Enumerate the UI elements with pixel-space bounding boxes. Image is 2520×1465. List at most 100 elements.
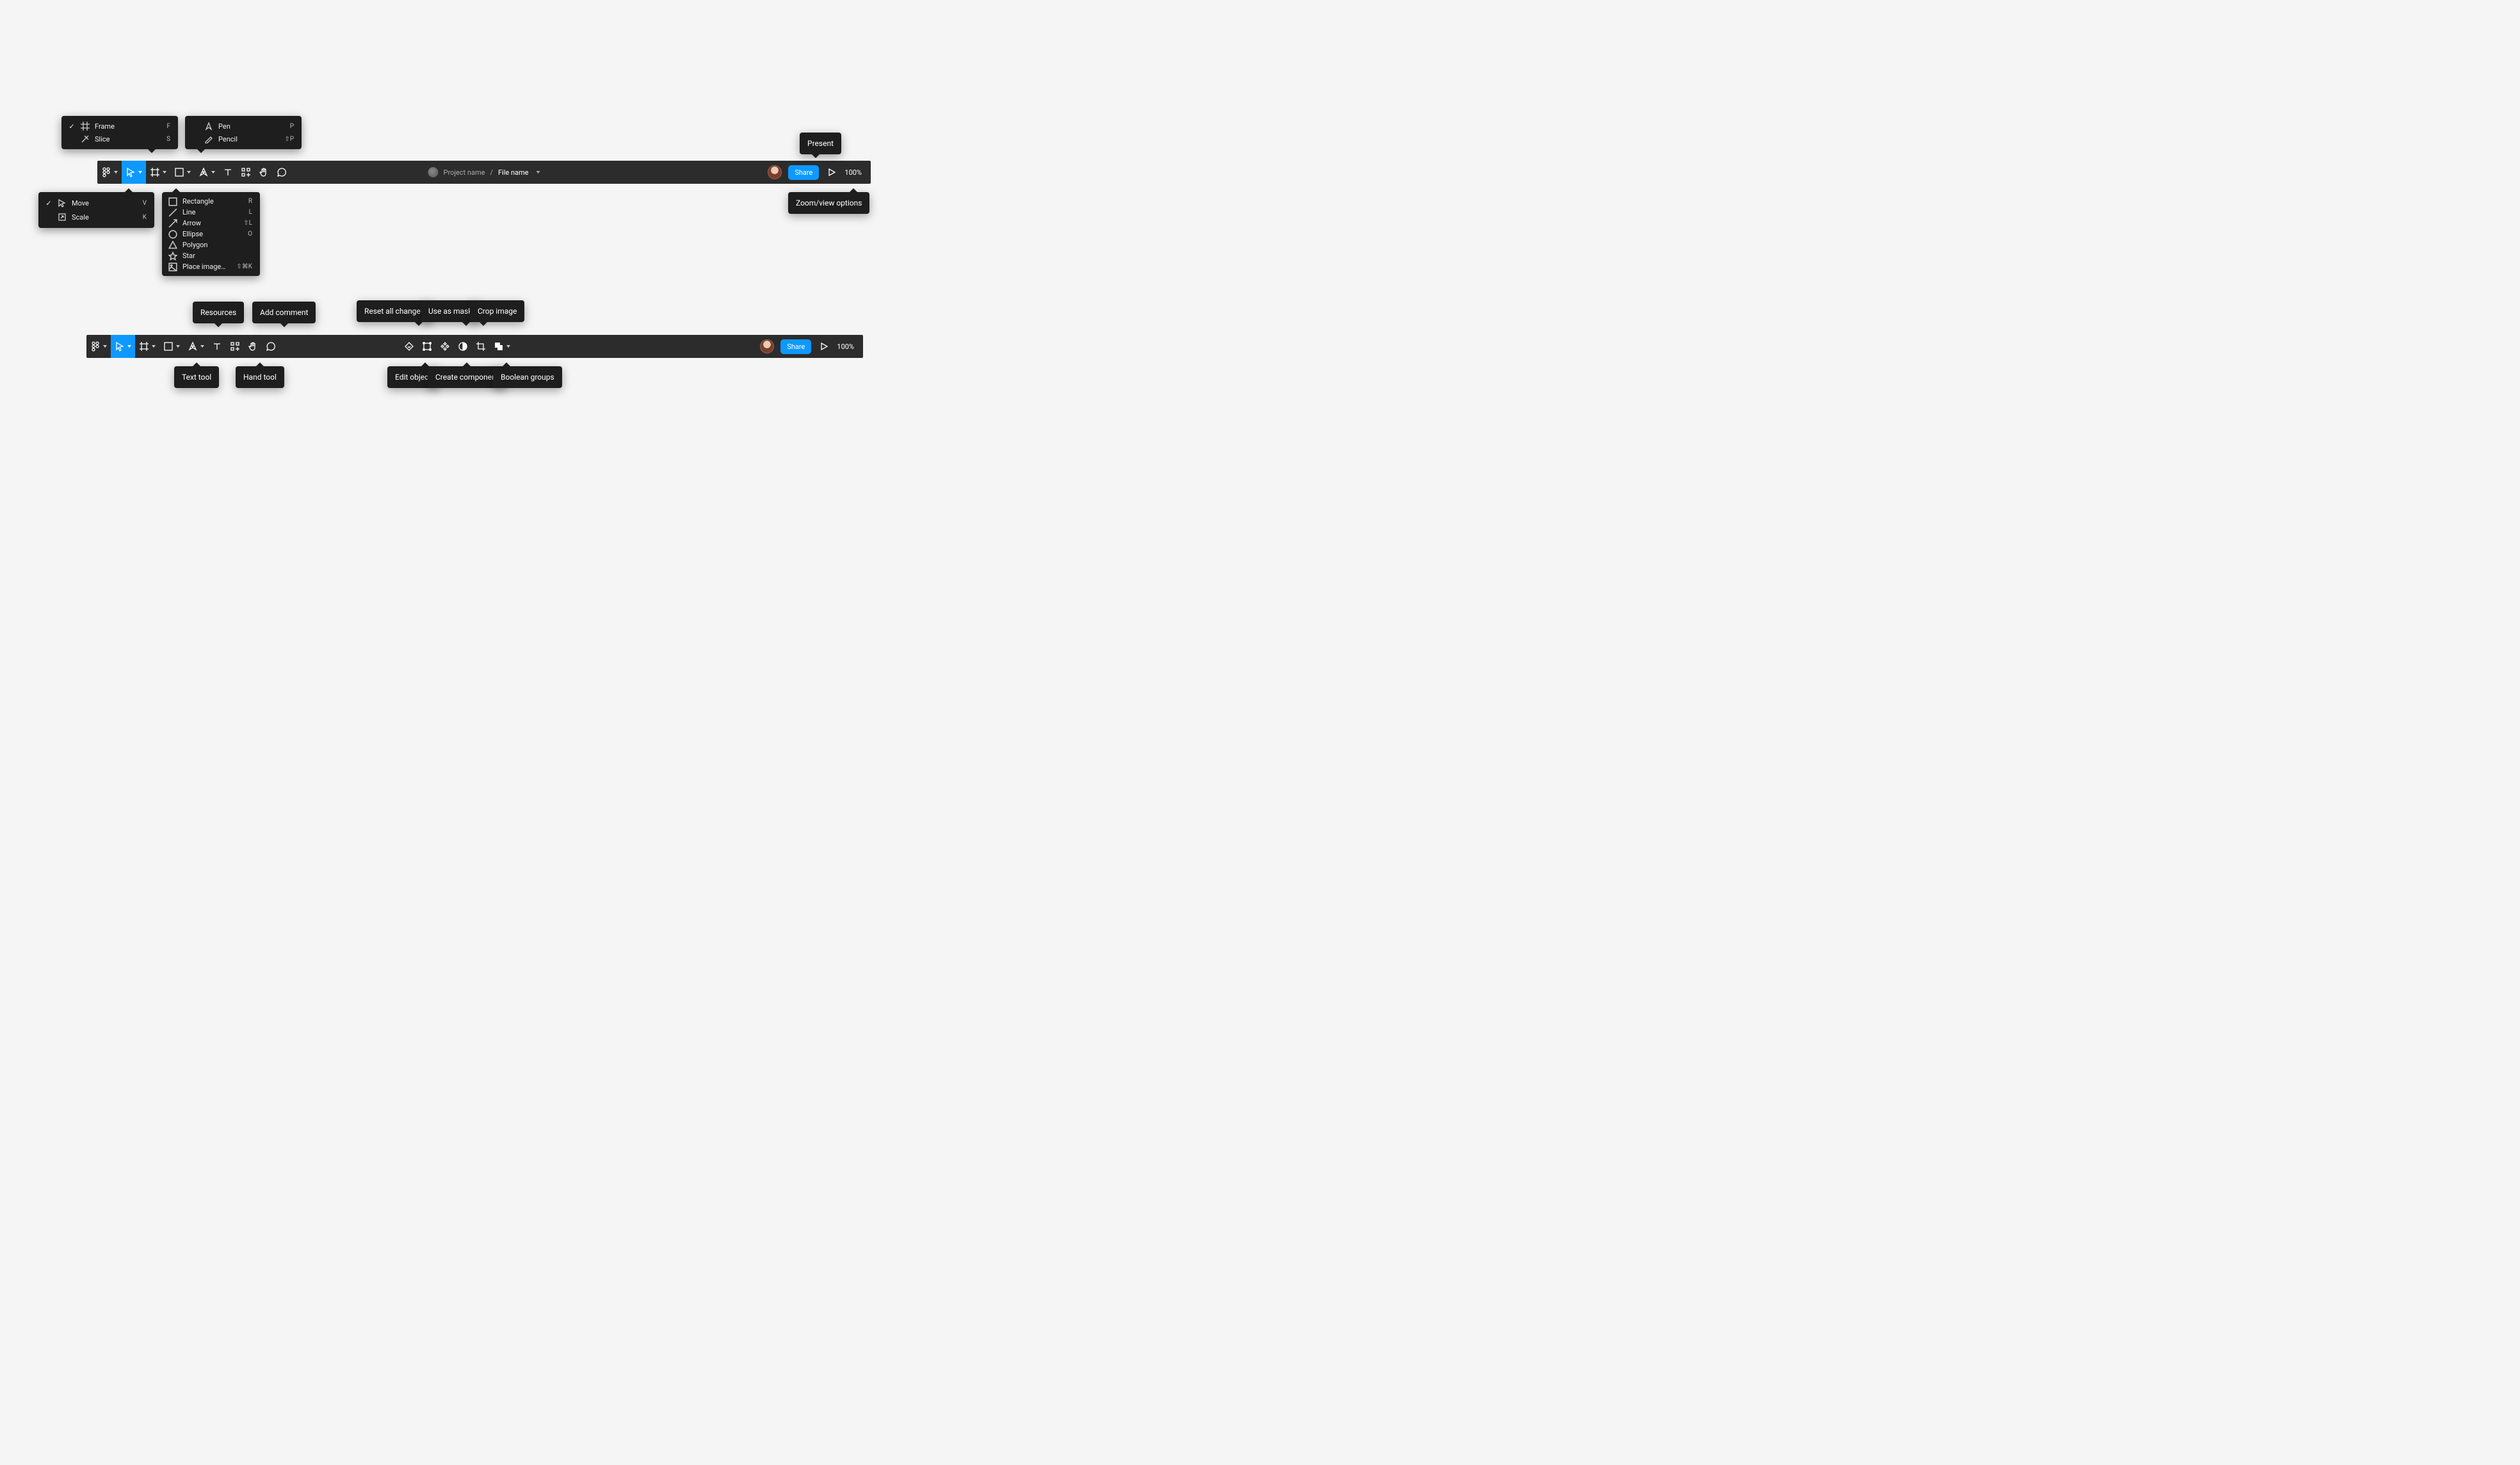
- crop-icon: [476, 341, 486, 352]
- user-avatar[interactable]: [760, 339, 774, 353]
- menu-item-shortcut: R: [248, 198, 252, 205]
- comment-tool-button[interactable]: [262, 335, 280, 358]
- zoom-value: 100%: [844, 168, 862, 177]
- text-icon: [223, 167, 233, 177]
- move-tool-button[interactable]: [122, 161, 146, 184]
- resources-tool-button[interactable]: [226, 335, 244, 358]
- menu-item-ellipse[interactable]: Ellipse O: [162, 229, 260, 239]
- comment-icon: [266, 341, 276, 352]
- play-icon: [819, 341, 829, 352]
- tooltip-text: Reset all changes: [364, 307, 424, 316]
- menu-item-pencil[interactable]: Pencil ⇧P: [185, 133, 302, 145]
- main-menu-button[interactable]: [97, 161, 122, 184]
- menu-item-shortcut: L: [249, 209, 252, 216]
- pen-tool-button[interactable]: [195, 161, 219, 184]
- menu-item-place-image[interactable]: Place image… ⇧⌘K: [162, 261, 260, 272]
- figma-logo-icon: [101, 167, 111, 177]
- file-breadcrumb[interactable]: Project name / File name: [428, 167, 540, 177]
- reset-icon: [404, 341, 414, 352]
- tooltip-text: Zoom/view options: [796, 198, 862, 207]
- share-button[interactable]: Share: [780, 339, 811, 354]
- menu-item-polygon[interactable]: Polygon: [162, 239, 260, 250]
- zoom-value: 100%: [837, 343, 854, 351]
- present-button[interactable]: [818, 335, 830, 358]
- share-button[interactable]: Share: [788, 165, 819, 180]
- text-tool-tooltip: Text tool: [174, 366, 219, 388]
- star-icon: [168, 252, 177, 261]
- pen-tool-menu: Pen P Pencil ⇧P: [185, 116, 302, 149]
- pencil-icon: [204, 134, 213, 143]
- frame-tool-button[interactable]: [146, 161, 170, 184]
- pen-tool-button[interactable]: [184, 335, 208, 358]
- tooltip-text: Hand tool: [243, 373, 277, 382]
- component-icon: [440, 341, 450, 352]
- menu-item-label: Scale: [72, 213, 89, 222]
- hand-tool-tooltip: Hand tool: [236, 366, 284, 388]
- resources-tool-button[interactable]: [237, 161, 255, 184]
- comment-tool-button[interactable]: [273, 161, 291, 184]
- menu-item-frame[interactable]: ✓ Frame F: [61, 120, 178, 133]
- menu-item-shortcut: P: [290, 123, 294, 130]
- hand-tool-button[interactable]: [244, 335, 262, 358]
- menu-item-move[interactable]: ✓ Move V: [38, 196, 154, 210]
- frame-icon: [150, 167, 160, 177]
- menu-item-label: Pencil: [218, 135, 238, 143]
- menu-item-label: Pen: [218, 122, 230, 131]
- edit-object-button[interactable]: [418, 335, 436, 358]
- text-tool-button[interactable]: [208, 335, 226, 358]
- rectangle-icon: [168, 197, 177, 206]
- pen-nib-icon: [198, 167, 209, 177]
- menu-item-label: Line: [182, 208, 196, 216]
- polygon-icon: [168, 241, 177, 250]
- boolean-groups-button[interactable]: [490, 335, 514, 358]
- zoom-view-menu[interactable]: 100%: [844, 168, 864, 177]
- menu-item-star[interactable]: Star: [162, 250, 260, 261]
- frame-tool-button[interactable]: [135, 335, 159, 358]
- present-button[interactable]: [825, 161, 838, 184]
- hand-icon: [248, 341, 258, 352]
- menu-item-shortcut: V: [143, 200, 147, 207]
- boolean-icon: [494, 341, 504, 352]
- use-as-mask-button[interactable]: [454, 335, 472, 358]
- image-icon: [168, 263, 177, 271]
- main-menu-button[interactable]: [86, 335, 111, 358]
- hand-tool-button[interactable]: [255, 161, 273, 184]
- shape-tool-button[interactable]: [159, 335, 184, 358]
- tooltip-text: Text tool: [182, 373, 211, 382]
- reset-all-button[interactable]: [400, 335, 418, 358]
- menu-item-label: Rectangle: [182, 197, 214, 206]
- figma-logo-icon: [90, 341, 101, 352]
- chevron-down-icon: [537, 171, 540, 174]
- boolean-groups-tooltip: Boolean groups: [493, 366, 562, 388]
- edit-object-icon: [422, 341, 432, 352]
- menu-item-line[interactable]: Line L: [162, 207, 260, 218]
- move-tool-button[interactable]: [111, 335, 135, 358]
- add-comment-tooltip: Add comment: [252, 302, 316, 323]
- arrow-icon: [168, 219, 177, 228]
- scale-icon: [58, 213, 67, 222]
- move-tool-menu: ✓ Move V Scale K: [38, 192, 154, 228]
- crop-image-button[interactable]: [472, 335, 490, 358]
- menu-item-label: Polygon: [182, 241, 207, 249]
- menu-item-arrow[interactable]: Arrow ⇧L: [162, 218, 260, 229]
- cursor-icon: [58, 198, 67, 207]
- rectangle-icon: [174, 167, 184, 177]
- checkmark-icon: ✓: [45, 199, 52, 207]
- menu-item-slice[interactable]: Slice S: [61, 133, 178, 145]
- menu-item-pen[interactable]: Pen P: [185, 120, 302, 133]
- menu-item-label: Ellipse: [182, 230, 203, 238]
- user-avatar[interactable]: [768, 165, 782, 179]
- cursor-icon: [125, 167, 136, 177]
- menu-item-rectangle[interactable]: Rectangle R: [162, 196, 260, 207]
- create-component-button[interactable]: [436, 335, 454, 358]
- frame-tool-menu: ✓ Frame F Slice S: [61, 116, 178, 149]
- crop-image-tooltip: Crop image: [470, 300, 524, 322]
- mask-icon: [458, 341, 468, 352]
- resources-tooltip: Resources: [193, 302, 244, 323]
- hand-icon: [259, 167, 269, 177]
- shape-tool-button[interactable]: [170, 161, 195, 184]
- menu-item-shortcut: ⇧P: [284, 136, 294, 143]
- text-tool-button[interactable]: [219, 161, 237, 184]
- menu-item-scale[interactable]: Scale K: [38, 210, 154, 224]
- zoom-view-menu[interactable]: 100%: [837, 343, 857, 351]
